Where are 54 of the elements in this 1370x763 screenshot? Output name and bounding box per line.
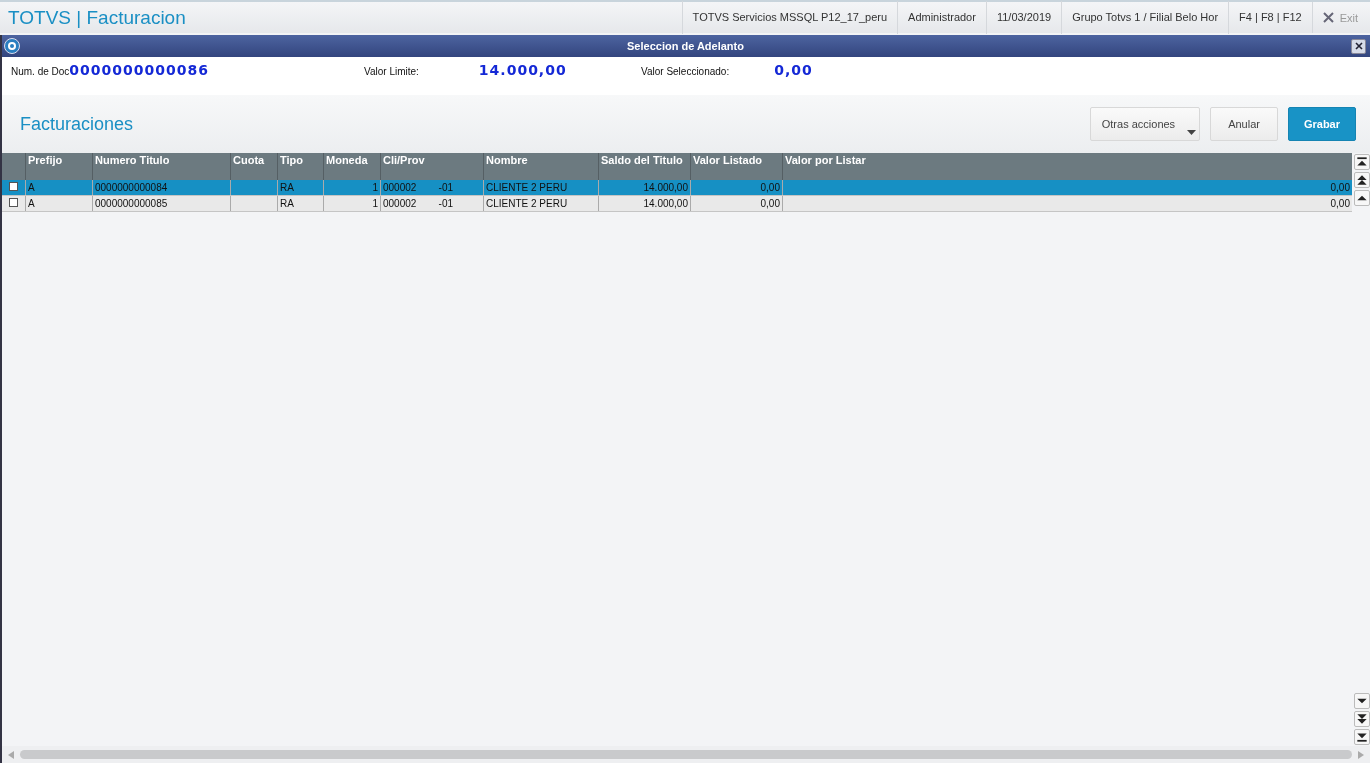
dialog-title: Seleccion de Adelanto [626,40,745,52]
caret-icon [1187,130,1197,135]
table-cell: 0,00 [1330,182,1350,193]
table-cell: RA [280,182,294,193]
field-label: Valor Seleccionado: [641,66,730,77]
close-button[interactable] [1351,38,1366,54]
page-down-icon[interactable] [1354,711,1370,727]
scroll-top-icon[interactable] [1354,154,1370,170]
table-cell: 0000000000084 [95,182,168,193]
table-cell: RA [280,198,294,209]
scroll-up-icon[interactable] [1354,190,1370,206]
checkbox[interactable] [9,198,18,207]
horizontal-scrollbar[interactable] [2,746,1370,763]
status-item: Grupo Totvs 1 / Filial Belo Hor [1061,1,1229,34]
status-item: Administrador [897,1,986,34]
field-label: Valor Limite: [364,66,419,77]
scrollbar-thumb[interactable] [20,750,1352,759]
close-icon [1322,12,1334,23]
table-cell: 14.000,00 [643,182,688,193]
table-cell: 000002 -01 [383,182,454,193]
more-actions-button[interactable]: Otras acciones [1089,107,1201,141]
scroll-down-icon[interactable] [1354,693,1370,709]
checkbox[interactable] [9,182,18,191]
field-value: 0,00 [774,62,813,78]
table-row[interactable]: A 0000000000084 RA 1 000002 -01 CLIENTE 2 PERU 14.000,00 0,00 0,00 [2,180,1352,196]
table-cell: 0,00 [760,182,780,193]
table-cell: CLIENTE 2 PERU [486,198,568,209]
table-cell: 000002 -01 [383,198,454,209]
table-cell: A [28,182,35,193]
table-cell: 1 [372,182,378,193]
exit-button[interactable]: Exit [1311,2,1370,33]
table-cell: 0000000000085 [95,198,168,209]
table-cell: 1 [372,198,378,209]
section-title: Facturaciones [19,113,134,135]
status-item: TOTVS Servicios MSSQL P12_17_peru [681,1,898,34]
table-cell: A [28,198,35,209]
field-value: 0000000000086 [69,62,209,78]
table-cell: 0,00 [1330,198,1350,209]
save-button[interactable]: Grabar [1287,107,1356,141]
vertical-scrollbar[interactable] [1352,153,1370,746]
status-item: F4 | F8 | F12 [1228,1,1312,34]
field-label: Num. de Doc [11,66,70,77]
scroll-bottom-icon[interactable] [1354,729,1370,745]
table-cell: 0,00 [760,198,780,209]
field-value: 14.000,00 [478,62,567,78]
page-up-icon[interactable] [1354,172,1370,188]
close-icon [1354,42,1363,50]
status-item: 11/03/2019 [985,1,1062,34]
table-cell: CLIENTE 2 PERU [486,182,568,193]
table-cell: 14.000,00 [643,198,688,209]
app-title: TOTVS | Facturacion [7,6,186,29]
cancel-button[interactable]: Anular [1210,107,1278,141]
table-row[interactable]: A 0000000000085 RA 1 000002 -01 CLIENTE 2 PERU 14.000,00 0,00 0,00 [2,196,1352,212]
app-logo-icon [4,38,20,54]
